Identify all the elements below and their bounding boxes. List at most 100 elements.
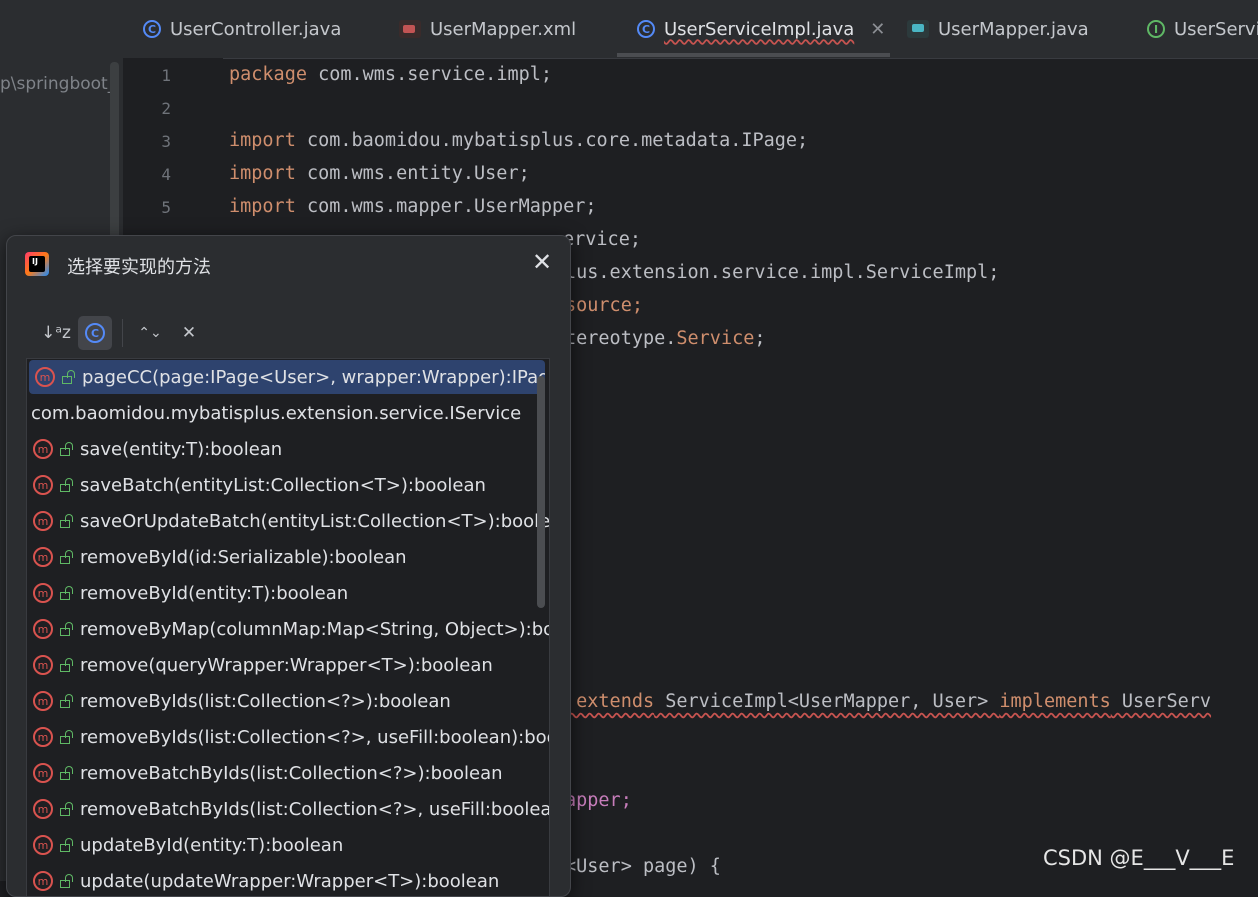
- code-line-method: <User> page) {: [565, 856, 721, 877]
- method-icon: m: [33, 547, 53, 567]
- keyword: implements: [999, 691, 1111, 712]
- code-line-field: apper;: [565, 790, 632, 811]
- keyword: package: [229, 64, 307, 85]
- public-access-icon: [59, 586, 73, 600]
- code-line-1: package com.wms.service.impl;: [229, 64, 552, 85]
- code-line-3: import com.baomidou.mybatisplus.core.met…: [229, 130, 808, 151]
- method-icon: m: [35, 367, 55, 387]
- code-text: tereotype.: [565, 328, 677, 349]
- close-icon[interactable]: ✕: [528, 248, 556, 276]
- method-icon: m: [33, 439, 53, 459]
- line-number: 4: [161, 165, 171, 184]
- method-item[interactable]: m remove(queryWrapper:Wrapper<T>):boolean: [27, 648, 549, 682]
- method-label: removeByIds(list:Collection<?>):boolean: [80, 690, 451, 712]
- code-line-6: ervice;: [563, 229, 641, 250]
- sort-alphabetically-button[interactable]: ↓ᵃz: [39, 316, 73, 350]
- tab-usercontroller[interactable]: C UserController.java: [143, 0, 341, 58]
- tab-usermapper-java[interactable]: UserMapper.java: [907, 0, 1089, 58]
- class-icon: C: [85, 323, 105, 343]
- tab-label: UserMapper.java: [938, 18, 1089, 40]
- keyword: Service: [676, 328, 755, 349]
- method-label: removeBatchByIds(list:Collection<?>):boo…: [80, 762, 503, 784]
- keyword: extends: [565, 691, 655, 712]
- dialog-toolbar: ↓ᵃz C ⌃⌄ ✕: [39, 316, 211, 350]
- method-icon: m: [33, 763, 53, 783]
- method-list: m pageCC(page:IPage<User>, wrapper:Wrappe…: [26, 358, 550, 896]
- method-icon: m: [33, 655, 53, 675]
- public-access-icon: [59, 658, 73, 672]
- public-access-icon: [59, 802, 73, 816]
- mybatis-xml-icon: [399, 20, 421, 38]
- code-text: ServiceImpl<UserMapper, User>: [654, 691, 1000, 712]
- method-label: removeById(id:Serializable):boolean: [80, 546, 407, 568]
- method-label: saveOrUpdateBatch(entityList:Collection<…: [80, 510, 549, 532]
- method-item[interactable]: m removeById(id:Serializable):boolean: [27, 540, 549, 574]
- method-item[interactable]: m removeBatchByIds(list:Collection<?>):bo…: [27, 756, 549, 790]
- code-text: com.baomidou.mybatisplus.core.metadata.I…: [295, 130, 809, 151]
- code-text: UserServ: [1110, 691, 1212, 712]
- editor-tab-bar: C UserController.java UserMapper.xml C U…: [123, 0, 1258, 59]
- class-icon: C: [143, 20, 161, 38]
- method-label: saveBatch(entityList:Collection<T>):bool…: [80, 474, 486, 496]
- method-item[interactable]: m removeById(entity:T):boolean: [27, 576, 549, 610]
- method-item[interactable]: m removeBatchByIds(list:Collection<?>, us…: [27, 792, 549, 826]
- method-label: removeByMap(columnMap:Map<String, Object…: [80, 618, 549, 640]
- watermark: CSDN @E___V___E: [1043, 846, 1235, 870]
- public-access-icon: [59, 874, 73, 888]
- method-list-scrollbar[interactable]: [537, 376, 545, 608]
- class-group-header[interactable]: com.baomidou.mybatisplus.extension.servi…: [27, 396, 549, 430]
- method-label: updateById(entity:T):boolean: [80, 834, 344, 856]
- code-line-8: source;: [565, 295, 643, 316]
- line-number: 5: [161, 198, 171, 217]
- method-label: save(entity:T):boolean: [80, 438, 283, 460]
- method-label: removeBatchByIds(list:Collection<?>, use…: [80, 798, 549, 820]
- method-icon: m: [33, 835, 53, 855]
- code-text: com.wms.mapper.UserMapper;: [295, 196, 597, 217]
- interface-icon: I: [1147, 20, 1165, 38]
- method-item[interactable]: m saveOrUpdateBatch(entityList:Collection…: [27, 504, 549, 538]
- tab-label: UserServic: [1174, 18, 1258, 40]
- method-icon: m: [33, 619, 53, 639]
- method-item[interactable]: m saveBatch(entityList:Collection<T>):boo…: [27, 468, 549, 502]
- close-icon[interactable]: ✕: [870, 19, 885, 40]
- public-access-icon: [61, 370, 75, 384]
- method-icon: m: [33, 799, 53, 819]
- method-item[interactable]: m removeByIds(list:Collection<?>, useFill…: [27, 720, 549, 754]
- method-item[interactable]: m updateById(entity:T):boolean: [27, 828, 549, 862]
- tab-usermapper-xml[interactable]: UserMapper.xml: [399, 0, 576, 58]
- show-classes-button[interactable]: C: [78, 316, 112, 350]
- tab-label: UserMapper.xml: [430, 18, 577, 40]
- expand-all-button[interactable]: ⌃⌄: [133, 316, 167, 350]
- method-label: removeById(entity:T):boolean: [80, 582, 349, 604]
- public-access-icon: [59, 622, 73, 636]
- line-number: 2: [161, 99, 171, 118]
- public-access-icon: [59, 442, 73, 456]
- collapse-all-button[interactable]: ✕: [172, 316, 206, 350]
- keyword: import: [229, 163, 296, 184]
- method-item[interactable]: m save(entity:T):boolean: [27, 432, 549, 466]
- public-access-icon: [59, 550, 73, 564]
- method-label: pageCC(page:IPage<User>, wrapper:Wrapper…: [82, 366, 545, 388]
- tab-userserviceimpl[interactable]: C UserServiceImpl.java ✕: [637, 0, 885, 58]
- method-label: remove(queryWrapper:Wrapper<T>):boolean: [80, 654, 493, 676]
- active-tab-indicator: [617, 53, 890, 57]
- method-item[interactable]: m removeByIds(list:Collection<?>):boolean: [27, 684, 549, 718]
- project-scrollbar[interactable]: [110, 62, 119, 252]
- method-label: removeByIds(list:Collection<?>, useFill:…: [80, 726, 549, 748]
- tab-userservice[interactable]: I UserServic: [1147, 0, 1258, 58]
- tab-label: UserController.java: [170, 18, 342, 40]
- code-text: com.wms.service.impl;: [306, 64, 553, 85]
- method-icon: m: [33, 511, 53, 531]
- mybatis-mapper-icon: [907, 20, 929, 38]
- method-icon: m: [33, 583, 53, 603]
- code-line-7: lus.extension.service.impl.ServiceImpl;: [565, 262, 1000, 283]
- tab-label: UserServiceImpl.java: [664, 18, 855, 40]
- method-item[interactable]: m removeByMap(columnMap:Map<String, Objec…: [27, 612, 549, 646]
- keyword: import: [229, 196, 296, 217]
- method-label: com.baomidou.mybatisplus.extension.servi…: [31, 402, 522, 424]
- method-item[interactable]: m pageCC(page:IPage<User>, wrapper:Wrappe…: [29, 360, 545, 394]
- public-access-icon: [59, 838, 73, 852]
- line-number: 1: [161, 66, 171, 85]
- code-line-4: import com.wms.entity.User;: [229, 163, 530, 184]
- method-label: update(updateWrapper:Wrapper<T>):boolean: [80, 870, 500, 892]
